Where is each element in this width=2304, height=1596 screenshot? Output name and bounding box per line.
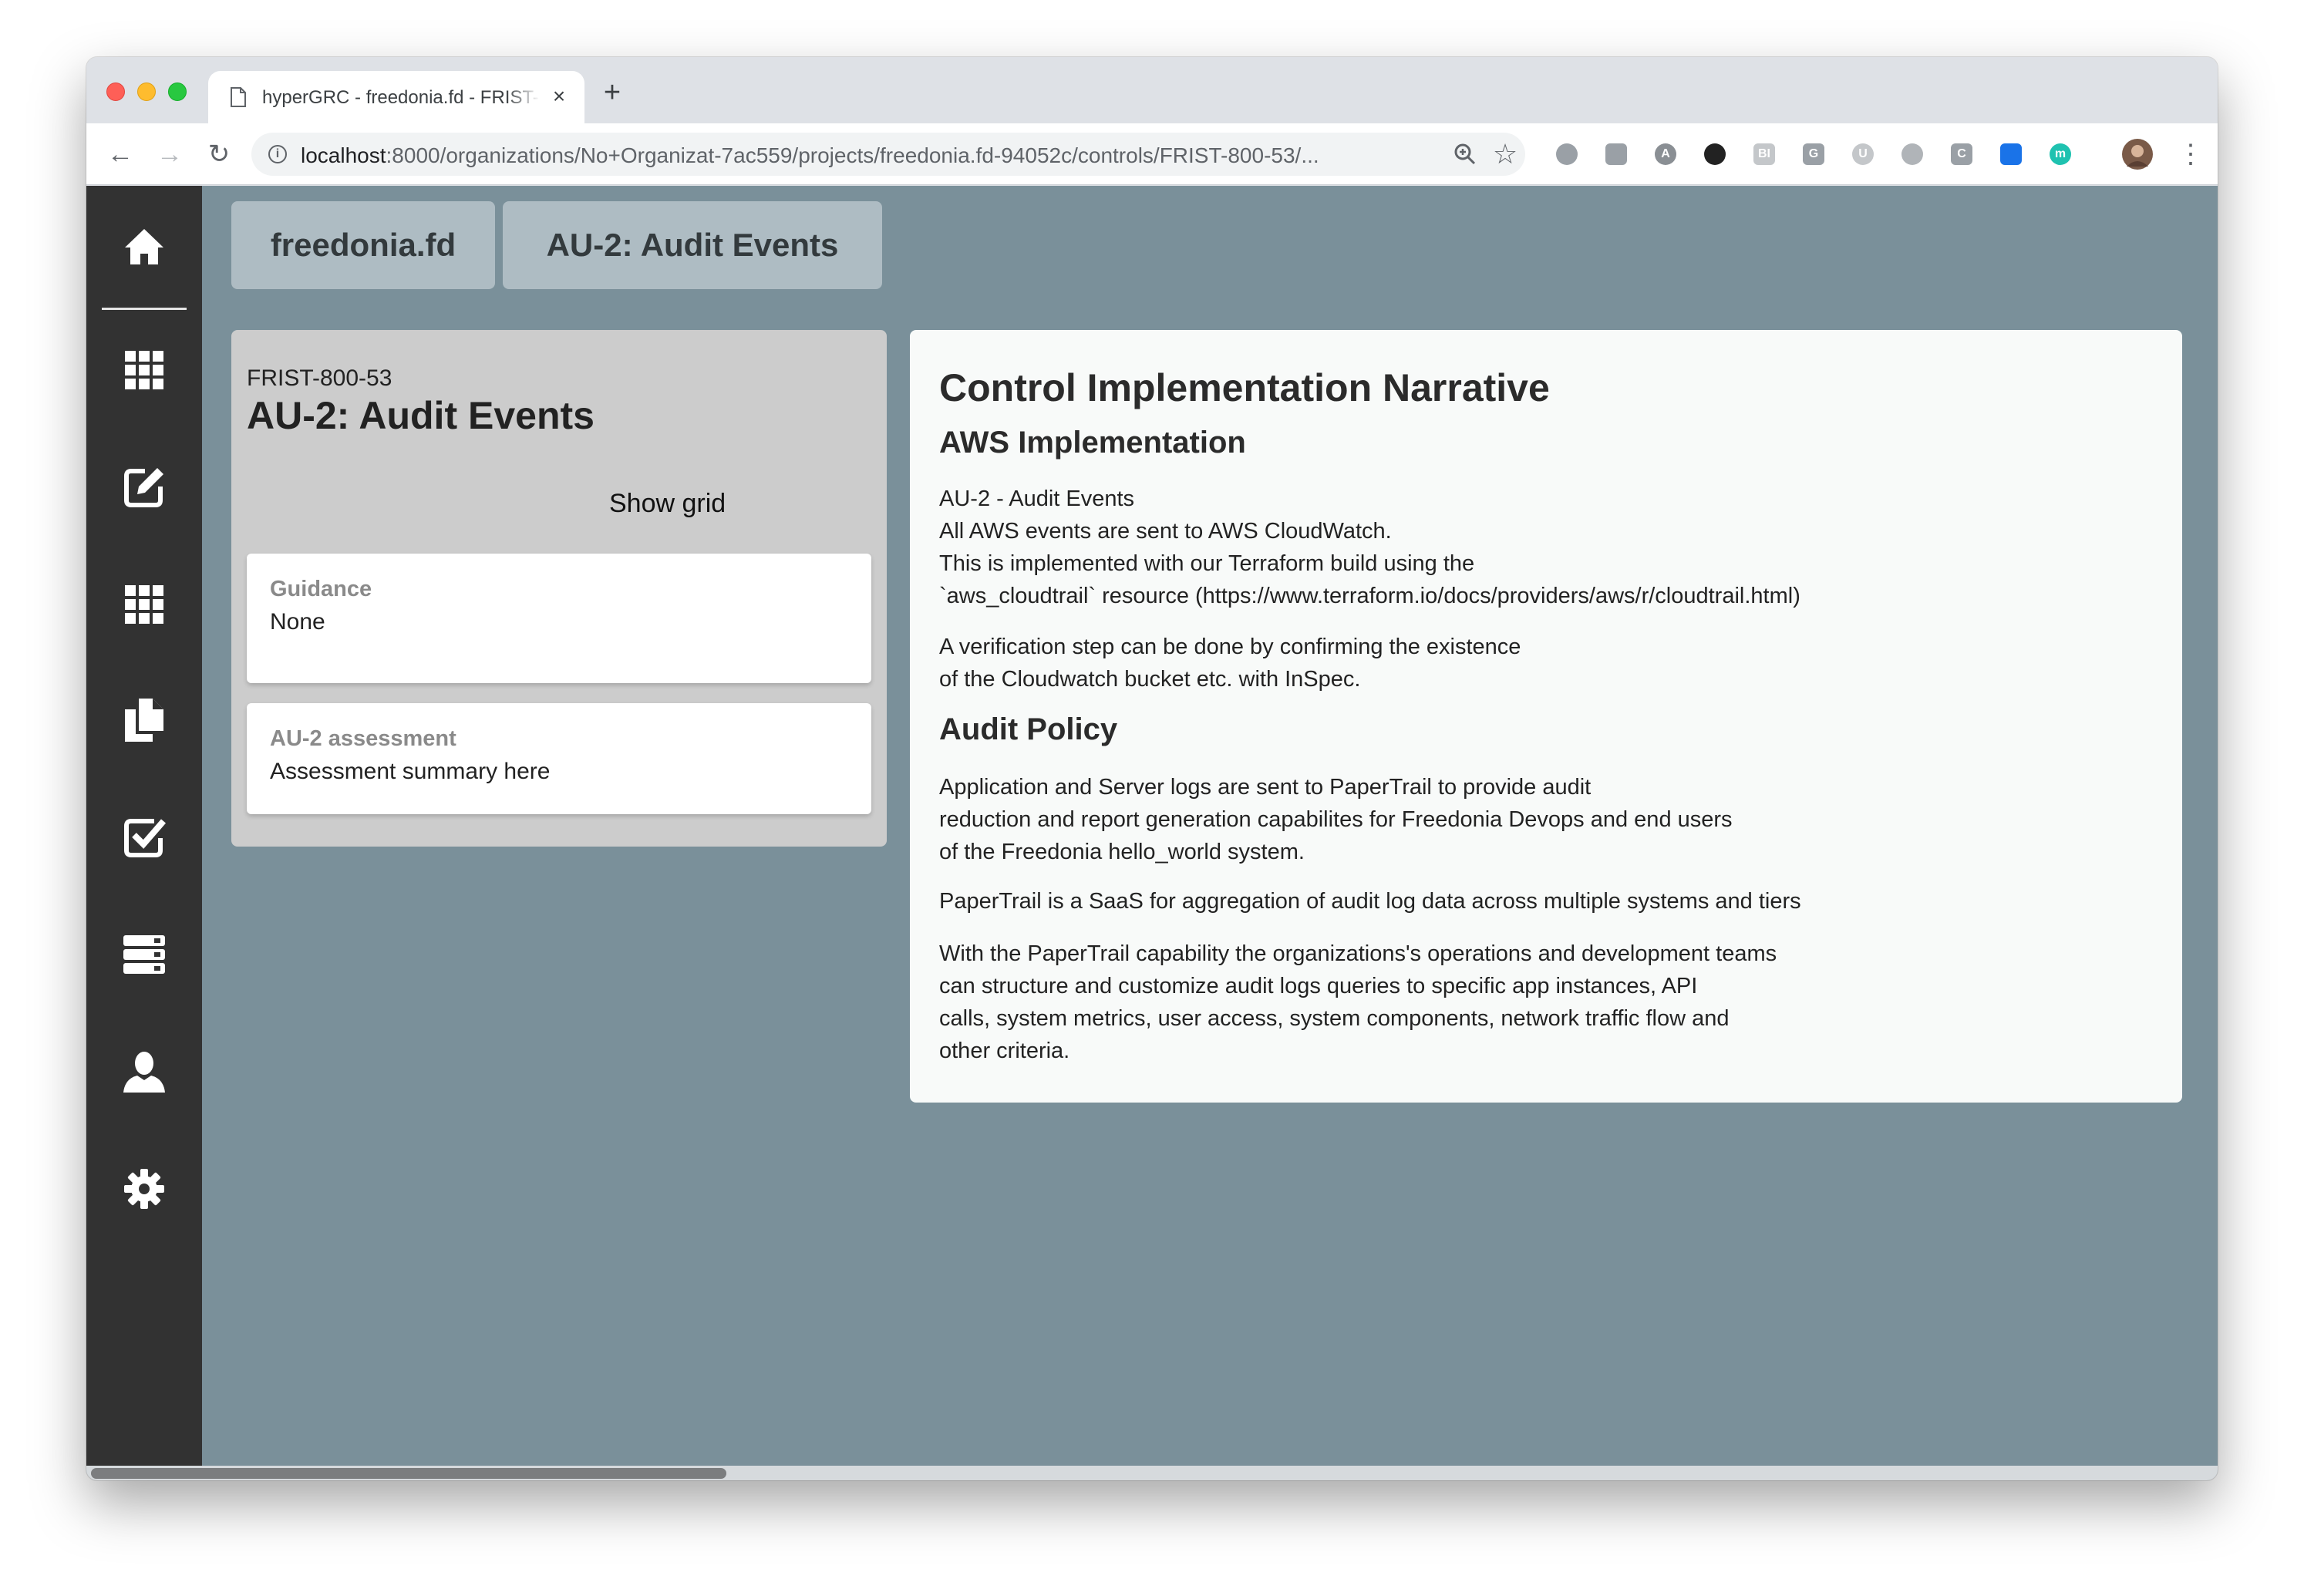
grid-icon[interactable] [117,343,171,397]
policy-paragraph-3: With the PaperTrail capability the organ… [939,941,1777,1063]
document-icon [231,87,246,107]
documents-icon[interactable] [117,693,171,747]
maximize-window-button[interactable] [168,82,187,101]
video-extension-icon[interactable] [2000,143,2022,165]
show-grid-link[interactable]: Show grid [609,489,726,519]
gear-icon[interactable] [117,1162,171,1216]
browser-tab[interactable]: hyperGRC - freedonia.fd - FRIST-800-53 × [208,71,584,123]
control-family: FRIST-800-53 [247,365,392,391]
bi-extension-icon[interactable]: BI [1753,143,1775,165]
u-extension-icon[interactable]: U [1852,143,1874,165]
url-host: localhost [301,143,386,167]
tab-bar: hyperGRC - freedonia.fd - FRIST-800-53 ×… [86,57,2218,123]
info-icon[interactable]: i [268,145,287,163]
guidance-label: Guidance [270,577,372,601]
a-extension-icon[interactable]: A [1655,143,1676,165]
page-viewport: freedonia.fd AU-2: Audit Events FRIST-80… [86,186,2218,1480]
close-tab-icon[interactable]: × [546,83,572,109]
audit-policy-heading: Audit Policy [939,712,1118,746]
breadcrumb-project[interactable]: freedonia.fd [231,201,495,289]
narrative-panel: Control Implementation Narrative AWS Imp… [910,330,2182,1103]
browser-menu-icon[interactable]: ⋮ [2178,137,2204,171]
bookmark-star-icon[interactable]: ☆ [1490,137,1521,171]
c-extension-icon[interactable]: C [1951,143,1972,165]
profile-avatar[interactable] [2122,139,2153,170]
close-window-button[interactable] [106,82,125,101]
aws-paragraph-1: AU-2 - Audit Events All AWS events are s… [939,487,1800,608]
aws-paragraph-2: A verification step can be done by confi… [939,635,1521,692]
user-icon[interactable] [117,1045,171,1099]
grid-icon-2[interactable] [117,577,171,631]
back-button[interactable]: ← [103,137,137,171]
scrollbar-thumb[interactable] [91,1468,726,1479]
policy-paragraph-2: PaperTrail is a SaaS for aggregation of … [939,889,1801,914]
sidebar-divider [102,308,187,310]
horizontal-scrollbar[interactable] [86,1466,2218,1480]
narrative-heading: Control Implementation Narrative [939,366,1550,409]
guidance-card: Guidance None [247,554,871,683]
drive-extension-icon[interactable] [1605,143,1627,165]
assessment-card[interactable]: AU-2 assessment Assessment summary here [247,703,871,814]
url-text[interactable]: localhost:8000/organizations/No+Organiza… [301,143,1442,168]
browser-window: hyperGRC - freedonia.fd - FRIST-800-53 ×… [86,57,2218,1480]
circle-extension-icon[interactable] [1556,143,1578,165]
forward-button[interactable]: → [153,137,187,171]
m-extension-icon[interactable]: m [2050,143,2071,165]
server-icon[interactable] [117,928,171,982]
url-path: :8000/organizations/No+Organizat-7ac559/… [386,143,1319,167]
tab-title: hyperGRC - freedonia.fd - FRIST-800-53 [262,87,540,108]
breadcrumb-control[interactable]: AU-2: Audit Events [503,201,882,289]
policy-paragraph-1: Application and Server logs are sent to … [939,775,1733,864]
edit-icon[interactable] [117,460,171,514]
g-extension-icon[interactable]: G [1803,143,1824,165]
assessment-value: Assessment summary here [270,759,551,784]
sidebar [86,186,202,1466]
browser-toolbar: ← → ↻ i localhost:8000/organizations/No+… [86,123,2218,185]
control-summary-panel: FRIST-800-53 AU-2: Audit Events Show gri… [231,330,887,847]
reload-button[interactable]: ↻ [202,137,236,171]
address-bar[interactable]: i localhost:8000/organizations/No+Organi… [251,133,1525,176]
checkbox-icon[interactable] [117,810,171,864]
assessment-label: AU-2 assessment [270,726,456,751]
control-title: AU-2: Audit Events [247,394,595,437]
home-icon[interactable] [117,220,171,274]
color-wheel-extension-icon[interactable] [1704,143,1726,165]
drop-extension-icon[interactable] [1901,143,1923,165]
guidance-value: None [270,609,325,635]
zoom-icon[interactable] [1451,140,1479,168]
new-tab-button[interactable]: + [595,76,629,109]
aws-heading: AWS Implementation [939,426,1246,460]
minimize-window-button[interactable] [137,82,156,101]
